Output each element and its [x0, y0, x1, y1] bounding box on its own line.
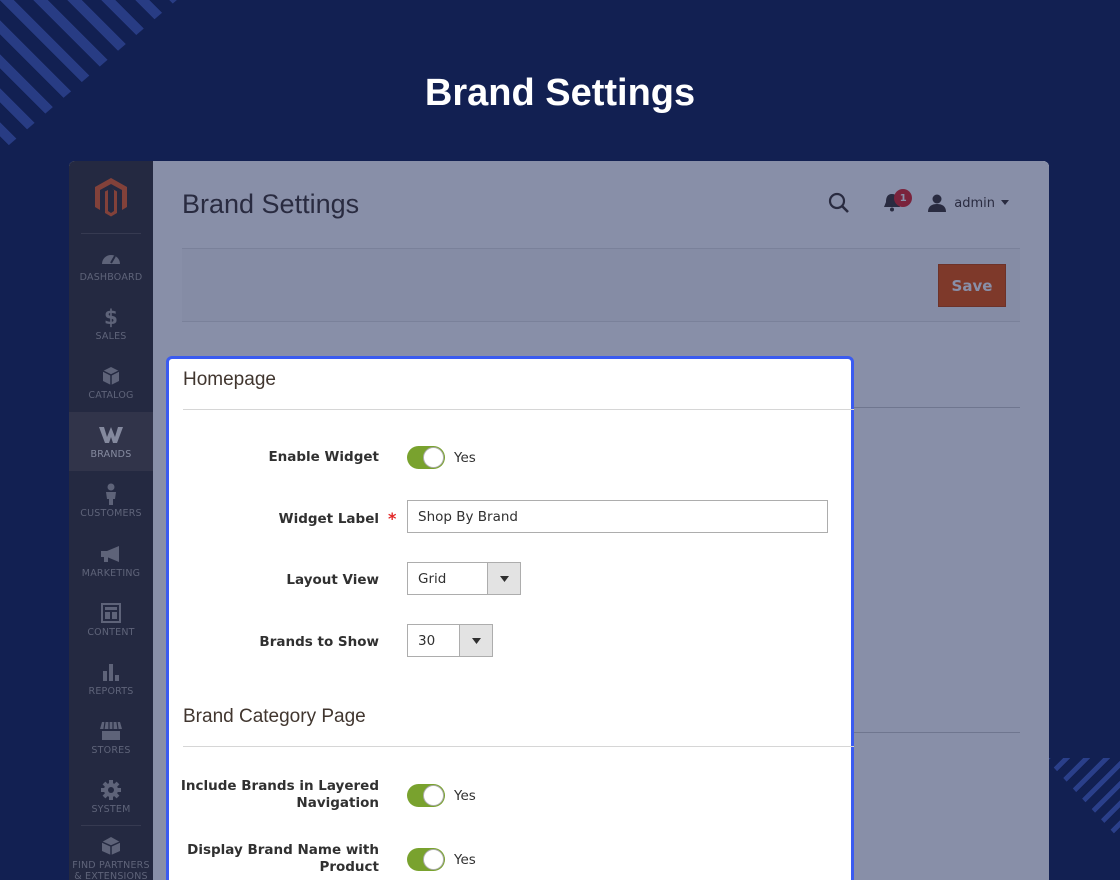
notifications-button[interactable]: 1 [881, 189, 913, 215]
layout-view-select[interactable]: Grid [407, 562, 521, 595]
toggle-knob [423, 447, 444, 468]
required-asterisk: * [388, 509, 397, 528]
sidebar-divider [81, 233, 141, 234]
brands-w-icon [99, 426, 123, 443]
display-brand-name-toggle[interactable] [407, 848, 445, 871]
user-icon [928, 194, 947, 212]
section-title-homepage: Homepage [183, 369, 276, 390]
search-icon[interactable] [827, 191, 851, 215]
sidebar-item-label: SALES [95, 330, 127, 342]
sidebar-item-label: SYSTEM [91, 803, 131, 815]
page-actions-bar: Save [182, 248, 1020, 322]
user-name: admin [954, 195, 995, 211]
partners-icon [101, 837, 121, 855]
megaphone-icon [101, 545, 119, 562]
cube-icon [102, 366, 120, 385]
sidebar-divider [81, 825, 141, 826]
hero-title: Brand Settings [424, 72, 696, 114]
include-layered-state: Yes [454, 788, 476, 804]
brands-to-show-value: 30 [418, 632, 436, 649]
layout-icon [101, 602, 121, 623]
chevron-down-icon [487, 563, 520, 594]
widget-label-label: Widget Label [278, 511, 379, 527]
sidebar-item-label: BRANDS [90, 448, 132, 460]
sidebar-item-label: CATALOG [88, 389, 134, 401]
sidebar-item-label: STORES [91, 744, 131, 756]
enable-widget-state: Yes [454, 450, 476, 466]
toggle-knob [423, 849, 444, 870]
person-icon [106, 483, 116, 505]
sidebar-item-label: MARKETING [81, 567, 141, 579]
dashboard-icon [102, 254, 120, 264]
sidebar-item-system[interactable]: SYSTEM [69, 767, 153, 826]
widget-label-input[interactable]: Shop By Brand [407, 500, 828, 533]
sidebar-item-customers[interactable]: CUSTOMERS [69, 471, 153, 530]
sidebar-item-catalog[interactable]: CATALOG [69, 353, 153, 412]
gear-icon [101, 779, 121, 800]
layout-view-value: Grid [418, 570, 447, 587]
sidebar-item-stores[interactable]: STORES [69, 708, 153, 767]
sidebar-item-label: CUSTOMERS [80, 507, 142, 519]
user-menu[interactable]: admin [927, 193, 1009, 213]
sidebar-item-label: REPORTS [88, 685, 134, 697]
sidebar-item-brands[interactable]: BRANDS [69, 412, 153, 471]
sidebar-item-content[interactable]: CONTENT [69, 590, 153, 649]
brands-to-show-select[interactable]: 30 [407, 624, 493, 657]
header-actions: 1 admin [827, 189, 1009, 215]
include-layered-toggle[interactable] [407, 784, 445, 807]
page-title: Brand Settings [182, 189, 360, 219]
notification-badge: 1 [894, 189, 913, 207]
chevron-down-icon [459, 625, 492, 656]
sidebar-item-label: DASHBOARD [79, 271, 143, 283]
sidebar-item-marketing[interactable]: MARKETING [69, 531, 153, 590]
store-icon [100, 721, 122, 740]
sidebar-item-find-partners[interactable]: FIND PARTNERS & EXTENSIONS [69, 829, 153, 880]
section-title-brand-category-page: Brand Category Page [183, 706, 366, 727]
dollar-icon: $ [103, 304, 119, 329]
display-brand-name-state: Yes [454, 852, 476, 868]
sidebar-item-label: FIND PARTNERS & EXTENSIONS [72, 860, 150, 880]
admin-sidebar: DASHBOARD $ SALES CATALOG BRANDS CUSTOME… [69, 161, 153, 880]
settings-highlight-panel: Homepage Enable Widget Yes Widget Label … [166, 356, 854, 880]
decorative-stripes-bottom-right [1045, 758, 1120, 840]
magento-logo-icon[interactable] [93, 177, 129, 217]
section-divider [183, 746, 854, 747]
section-divider [183, 409, 854, 410]
sidebar-item-dashboard[interactable]: DASHBOARD [69, 235, 153, 294]
brands-to-show-label: Brands to Show [259, 634, 379, 650]
bar-chart-icon [103, 663, 119, 681]
display-brand-name-label: Display Brand Name with Product [187, 842, 379, 875]
include-layered-label: Include Brands in Layered Navigation [180, 778, 379, 811]
sidebar-item-reports[interactable]: REPORTS [69, 649, 153, 708]
sidebar-item-sales[interactable]: $ SALES [69, 294, 153, 353]
caret-down-icon [1001, 200, 1009, 205]
sidebar-item-label: CONTENT [87, 626, 135, 638]
enable-widget-label: Enable Widget [268, 449, 379, 465]
enable-widget-toggle[interactable] [407, 446, 445, 469]
toggle-knob [423, 785, 444, 806]
save-button[interactable]: Save [938, 264, 1006, 307]
layout-view-label: Layout View [286, 572, 379, 588]
